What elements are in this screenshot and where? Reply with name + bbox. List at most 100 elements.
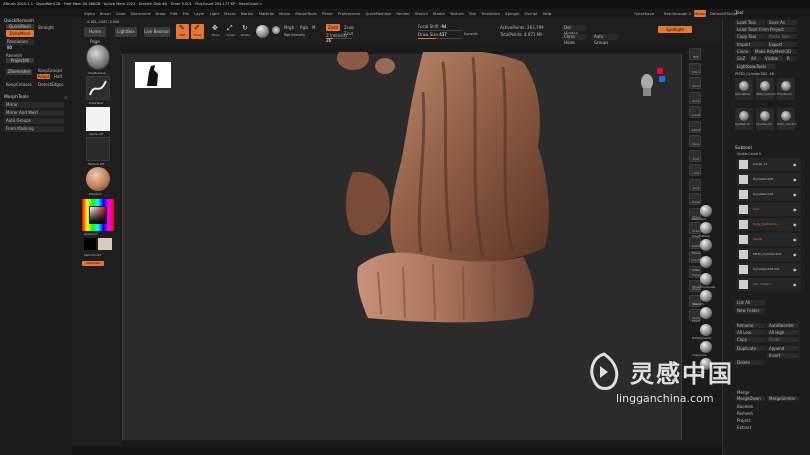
menu-zscript[interactable]: Zscript (524, 11, 537, 16)
keep-groups-toggle[interactable]: KeepGroups (38, 68, 62, 73)
edit-button[interactable]: ✎ Edit (176, 24, 189, 39)
all-button[interactable]: All (749, 56, 761, 61)
autoreorder-button[interactable]: AutoReorder (767, 323, 799, 328)
subtool-visibility-eye-icon[interactable]: ◉ (793, 162, 797, 167)
tool-thumbnail[interactable]: PM3D_Cylinder3 (777, 108, 796, 130)
clone-button[interactable]: Clone (735, 49, 751, 54)
primary-color-swatch[interactable] (98, 238, 112, 250)
menu-macro[interactable]: Macro (224, 11, 236, 16)
menu-marker[interactable]: Marker (241, 11, 254, 16)
menu-document[interactable]: Document (131, 11, 151, 16)
zsub-toggle[interactable]: Zsub (344, 25, 354, 30)
secondary-color-swatch[interactable] (84, 238, 96, 250)
color-picker[interactable] (82, 199, 114, 231)
menu-alpha[interactable]: Alpha (84, 11, 95, 16)
new-folder-button[interactable]: New Folder (735, 308, 765, 314)
tool-thumbnail[interactable]: DynaWen128 (756, 108, 774, 130)
move-button[interactable]: ✥ Move (209, 24, 222, 39)
quickmesh-button[interactable]: QuickMesh (6, 24, 34, 29)
straight-toggle[interactable]: Straight (38, 25, 54, 30)
material-sphere-icon[interactable] (256, 25, 269, 38)
zremesher-button[interactable]: ZRemesher (6, 69, 32, 75)
brush-standard-icon[interactable] (700, 205, 712, 217)
copy-tool-button[interactable]: Copy Tool (735, 34, 765, 39)
rotate-button[interactable]: ↻ Rotate (239, 24, 252, 39)
load-tool-button[interactable]: Load Tool (735, 20, 765, 25)
menu-draw[interactable]: Draw (155, 11, 165, 16)
view-spix-3-button[interactable]: SPix 3 (689, 62, 701, 75)
brush-claybuildup-icon[interactable] (700, 222, 712, 234)
duplicate-button[interactable]: Duplicate (735, 346, 765, 351)
rgb-intensity-slider[interactable]: Rgb Intensity (284, 33, 305, 37)
rename-button[interactable]: Rename (735, 323, 765, 328)
brush-inflat-icon[interactable] (700, 256, 712, 268)
view-zoom-button[interactable]: Zoom (689, 91, 701, 104)
view-persp-button[interactable]: Persp (689, 135, 701, 147)
visible-button[interactable]: Visible (763, 56, 783, 61)
current-brush-icon[interactable] (86, 44, 110, 70)
tool-thumbnail[interactable]: SimpleBrush (777, 78, 795, 100)
resolution-slider[interactable]: Resolution 80 (6, 39, 34, 50)
menu-preferences[interactable]: Preferences (338, 11, 360, 16)
color-square[interactable] (89, 206, 107, 224)
alpha-icon[interactable] (86, 107, 110, 131)
color-swatch-icon[interactable] (272, 26, 280, 34)
subtool-visibility-eye-icon[interactable]: ◉ (793, 207, 797, 212)
subtool-visibility-eye-icon[interactable]: ◉ (793, 222, 797, 227)
detect-edges-toggle[interactable]: DetectEdges (38, 82, 64, 87)
menu-render[interactable]: Render (396, 11, 410, 16)
view-gxyz-button[interactable]: Gxyz (689, 178, 701, 191)
auto-groups-top-button[interactable]: Auto Groups (592, 34, 618, 45)
subtool-row[interactable]: DynaWen128 ◉ (737, 188, 801, 201)
mirror-and-weld-button[interactable]: Mirror And Weld (4, 110, 64, 116)
close-holes-button[interactable]: Close Holes (562, 34, 586, 45)
tool-panel-title[interactable]: Tool (735, 11, 744, 16)
zadd-toggle[interactable]: Zadd (326, 24, 340, 31)
morphtools-title[interactable]: MorphTools (4, 95, 29, 100)
brush-move-icon[interactable] (700, 239, 712, 251)
view-scroll-button[interactable]: Scroll (689, 77, 701, 89)
goz-button[interactable]: GoZ (735, 56, 747, 61)
dynamic-toggle[interactable]: Dynamic (464, 32, 478, 36)
current-tool-name[interactable]: PM3D_Cylinder3D2. 48 (735, 72, 774, 76)
paste-tool-button[interactable]: Paste Tool (767, 34, 797, 39)
paste-button[interactable]: Paste (767, 337, 799, 342)
menu-color[interactable]: Color (116, 11, 126, 16)
draw-size-slider[interactable]: Draw Size 437 (418, 32, 462, 39)
half-button[interactable]: Half (54, 74, 62, 79)
lightbox-tools-button[interactable]: Lightbox▸Tools (735, 64, 775, 69)
subtool-visibility-eye-icon[interactable]: ◉ (793, 282, 797, 287)
subtool-row[interactable]: hands ◉ (737, 233, 801, 246)
save-as-button[interactable]: Save As (767, 20, 797, 25)
extract-section[interactable]: Extract (737, 425, 751, 430)
subtool-row[interactable]: DynaWen128.001 ◉ (737, 263, 801, 276)
navigation-head-gizmo[interactable] (637, 72, 657, 98)
material-icon[interactable] (86, 167, 110, 191)
alternate-toggle[interactable]: Alternate (82, 261, 104, 266)
menu-zplugin[interactable]: Zplugin (505, 11, 519, 16)
tool-thumbnail[interactable]: SphereBrush (735, 78, 753, 100)
all-low-button[interactable]: All Low (735, 330, 765, 335)
switch-color-button[interactable]: SwitchColor (84, 253, 102, 257)
scale-button[interactable]: ⤢ Scale (224, 24, 237, 39)
view-floor-button[interactable]: Floor (689, 149, 701, 162)
subtool-visibility-eye-icon[interactable]: ◉ (793, 192, 797, 197)
menu-quickremesh[interactable]: QuickRemesh (365, 11, 391, 16)
view-local-button[interactable]: Local (689, 164, 701, 176)
brush-pinch-icon[interactable] (700, 307, 712, 319)
list-all-button[interactable]: List All (735, 300, 765, 306)
menu-light[interactable]: Light (210, 11, 219, 16)
lightbox-button[interactable]: LightBox (115, 27, 137, 37)
menu-stroke[interactable]: Stroke (433, 11, 445, 16)
live-boolean-button[interactable]: Live Boolean (144, 27, 170, 37)
copy-button[interactable]: Copy (735, 337, 765, 342)
menu-help[interactable]: Help (543, 11, 552, 16)
all-high-button[interactable]: All High (767, 330, 799, 335)
menu-layer[interactable]: Layer (194, 11, 205, 16)
view-frame-button[interactable]: Frame (689, 193, 701, 205)
project-all-button[interactable]: ProjectAll (6, 58, 34, 63)
spotlight-projection-button[interactable]: Spotlight Projection (658, 26, 692, 39)
brush-trimdynamic-icon[interactable] (700, 324, 712, 336)
subtool-title[interactable]: Subtool (735, 146, 752, 151)
make-polymesh-button[interactable]: Make PolyMesh3D (753, 49, 797, 54)
